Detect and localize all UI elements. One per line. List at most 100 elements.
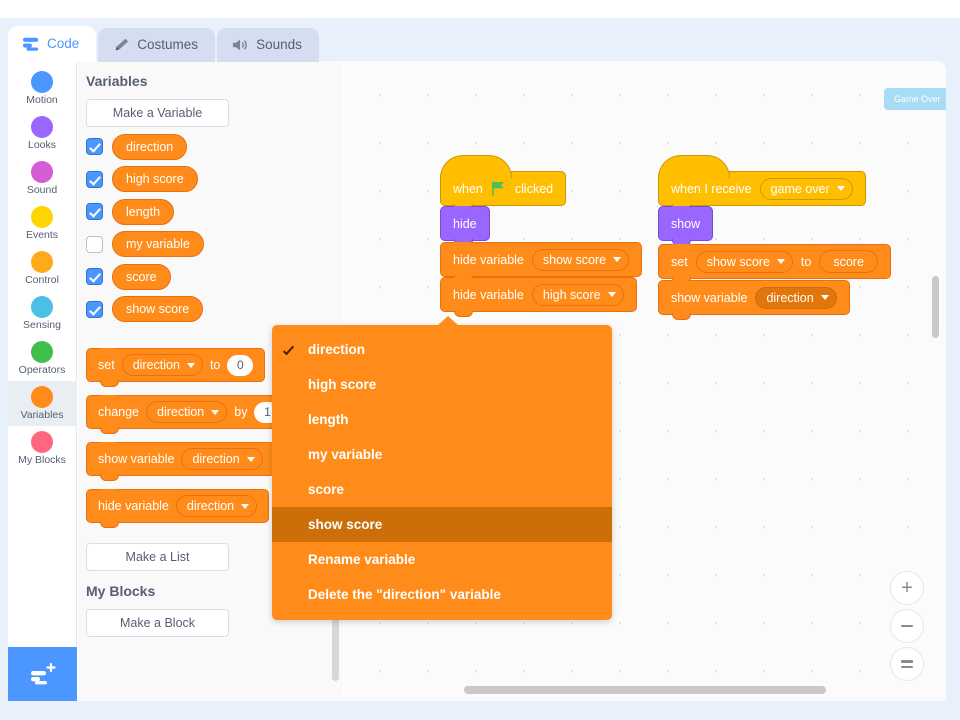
palette-block-set[interactable]: set direction to 0	[86, 348, 266, 387]
sidebar-item-variables-label: Variables	[20, 409, 64, 421]
sidebar-item-sensing[interactable]: Sensing	[8, 291, 77, 336]
when-i-receive-dropdown[interactable]: game over	[759, 177, 853, 200]
zoom-in-button[interactable]: +	[890, 571, 924, 605]
workspace-horizontal-scrollbar[interactable]	[464, 686, 826, 694]
variable-pill-score[interactable]: score	[112, 263, 171, 290]
sidebar-item-control[interactable]: Control	[8, 246, 77, 291]
menu-item-high-score[interactable]: high score	[272, 367, 612, 402]
sidebar-item-variables[interactable]: Variables	[8, 381, 77, 426]
sidebar-item-events[interactable]: Events	[8, 201, 77, 246]
block-set-show-score[interactable]: set show score to score	[658, 244, 891, 284]
show-variable-ws-dropdown-value: direction	[766, 290, 814, 305]
variable-pill-length[interactable]: length	[112, 198, 175, 225]
menu-item-my-variable-label: my variable	[308, 447, 383, 462]
block-show-variable-direction[interactable]: show variable direction	[658, 280, 850, 320]
menu-item-rename-variable[interactable]: Rename variable	[272, 542, 612, 577]
variable-row: high score	[78, 160, 343, 192]
tab-code[interactable]: Code	[8, 26, 97, 62]
make-a-list-button[interactable]: Make a List	[86, 543, 229, 571]
menu-item-direction[interactable]: direction	[272, 332, 612, 367]
show-variable-block-dropdown-value: direction	[192, 452, 240, 466]
variable-checkbox-length[interactable]	[86, 203, 103, 220]
hide-variable-block-dropdown-value: direction	[186, 499, 235, 513]
palette-block-hide-variable[interactable]: hide variable direction	[86, 489, 270, 528]
block-show[interactable]: show	[658, 206, 714, 246]
variable-checkbox-score[interactable]	[86, 268, 103, 285]
ghost-broadcast-block: Game Over	[884, 88, 946, 110]
menu-item-my-variable[interactable]: my variable	[272, 437, 612, 472]
variable-dropdown-menu[interactable]: direction high score length my variable …	[272, 316, 612, 620]
hide-variable-1-dropdown[interactable]: show score	[531, 248, 630, 271]
set-block-mid: to	[209, 358, 221, 372]
workspace-vertical-scrollbar[interactable]	[932, 276, 939, 338]
set-ws-mid: to	[800, 254, 812, 269]
chevron-down-icon	[836, 186, 845, 191]
when-flag-clicked-suffix: clicked	[514, 181, 554, 196]
variable-checkbox-show-score[interactable]	[86, 300, 103, 318]
sidebar-item-my-blocks[interactable]: My Blocks	[8, 426, 77, 471]
sidebar-item-looks[interactable]: Looks	[8, 111, 77, 156]
palette-block-change[interactable]: change direction by 1	[86, 395, 293, 434]
change-block-dropdown[interactable]: direction	[146, 401, 228, 423]
change-block-prefix: change	[98, 405, 140, 419]
menu-item-show-score-label: show score	[308, 517, 383, 532]
sidebar-item-operators-label: Operators	[18, 364, 66, 376]
show-variable-block-dropdown[interactable]: direction	[181, 448, 263, 470]
menu-item-show-score[interactable]: show score	[272, 507, 612, 542]
variable-pill-my-variable[interactable]: my variable	[112, 231, 204, 257]
hat-block-when-flag-clicked[interactable]: when clicked	[440, 155, 567, 211]
editor-panel: Motion Looks Sound Events Control Sensin…	[8, 61, 946, 701]
sidebar-item-sensing-label: Sensing	[23, 319, 61, 331]
chevron-down-icon	[820, 295, 829, 300]
hat-block-when-i-receive[interactable]: when I receive game over	[658, 155, 866, 211]
chevron-down-icon	[613, 257, 622, 262]
green-flag-icon	[491, 181, 504, 196]
zoom-in-icon: +	[901, 577, 913, 599]
variable-pill-high-score[interactable]: high score	[112, 166, 198, 192]
variable-checkbox-my-variable[interactable]	[86, 235, 103, 253]
sidebar-item-sound[interactable]: Sound	[8, 156, 77, 201]
variable-checkbox-direction[interactable]	[86, 138, 103, 155]
hide-variable-block-prefix: hide variable	[98, 499, 169, 513]
sidebar-item-motion-label: Motion	[26, 94, 58, 106]
reporter-score[interactable]: score	[819, 250, 878, 273]
set-ws-dropdown[interactable]: show score	[695, 250, 793, 273]
zoom-reset-button[interactable]	[890, 647, 924, 681]
tab-costumes[interactable]: Costumes	[98, 28, 216, 62]
hide-variable-2-dropdown[interactable]: high score	[531, 283, 624, 306]
variable-pill-direction[interactable]: direction	[112, 133, 188, 160]
block-hide[interactable]: hide	[440, 206, 490, 246]
chevron-down-icon	[246, 456, 255, 462]
sidebar-item-motion[interactable]: Motion	[8, 66, 77, 111]
zoom-out-icon	[901, 624, 913, 628]
show-variable-ws-dropdown[interactable]: direction	[755, 286, 837, 309]
block-hide-variable-high-score[interactable]: hide variable high score	[440, 277, 637, 317]
tab-sounds[interactable]: Sounds	[217, 28, 319, 62]
hide-variable-block-dropdown[interactable]: direction	[175, 495, 258, 517]
show-block-label: show	[671, 216, 701, 231]
variable-pill-show-score[interactable]: show score	[112, 296, 204, 322]
menu-item-direction-label: direction	[308, 342, 366, 357]
sidebar-item-operators[interactable]: Operators	[8, 336, 77, 381]
motion-color-dot	[31, 71, 53, 93]
control-color-dot	[31, 251, 53, 273]
block-hide-variable-show-score[interactable]: hide variable show score	[440, 242, 643, 282]
palette-block-show-variable[interactable]: show variable direction	[86, 442, 275, 481]
menu-item-delete-variable[interactable]: Delete the "direction" variable	[272, 577, 612, 612]
code-icon	[23, 37, 39, 51]
set-block-dropdown-value: direction	[132, 358, 180, 372]
set-ws-dropdown-value: show score	[706, 254, 770, 269]
menu-item-score[interactable]: score	[272, 472, 612, 507]
variable-checkbox-high-score[interactable]	[86, 170, 103, 188]
set-ws-prefix: set	[671, 254, 688, 269]
make-a-block-button[interactable]: Make a Block	[86, 609, 229, 637]
zoom-out-button[interactable]	[890, 609, 924, 643]
set-block-dropdown[interactable]: direction	[121, 354, 203, 376]
set-block-value-input[interactable]: 0	[227, 354, 254, 376]
menu-item-length[interactable]: length	[272, 402, 612, 437]
chevron-down-icon	[776, 259, 785, 264]
add-extension-button[interactable]	[8, 647, 77, 701]
variable-row: show score	[78, 290, 343, 322]
operators-color-dot	[31, 341, 53, 363]
make-a-variable-button[interactable]: Make a Variable	[86, 99, 229, 127]
